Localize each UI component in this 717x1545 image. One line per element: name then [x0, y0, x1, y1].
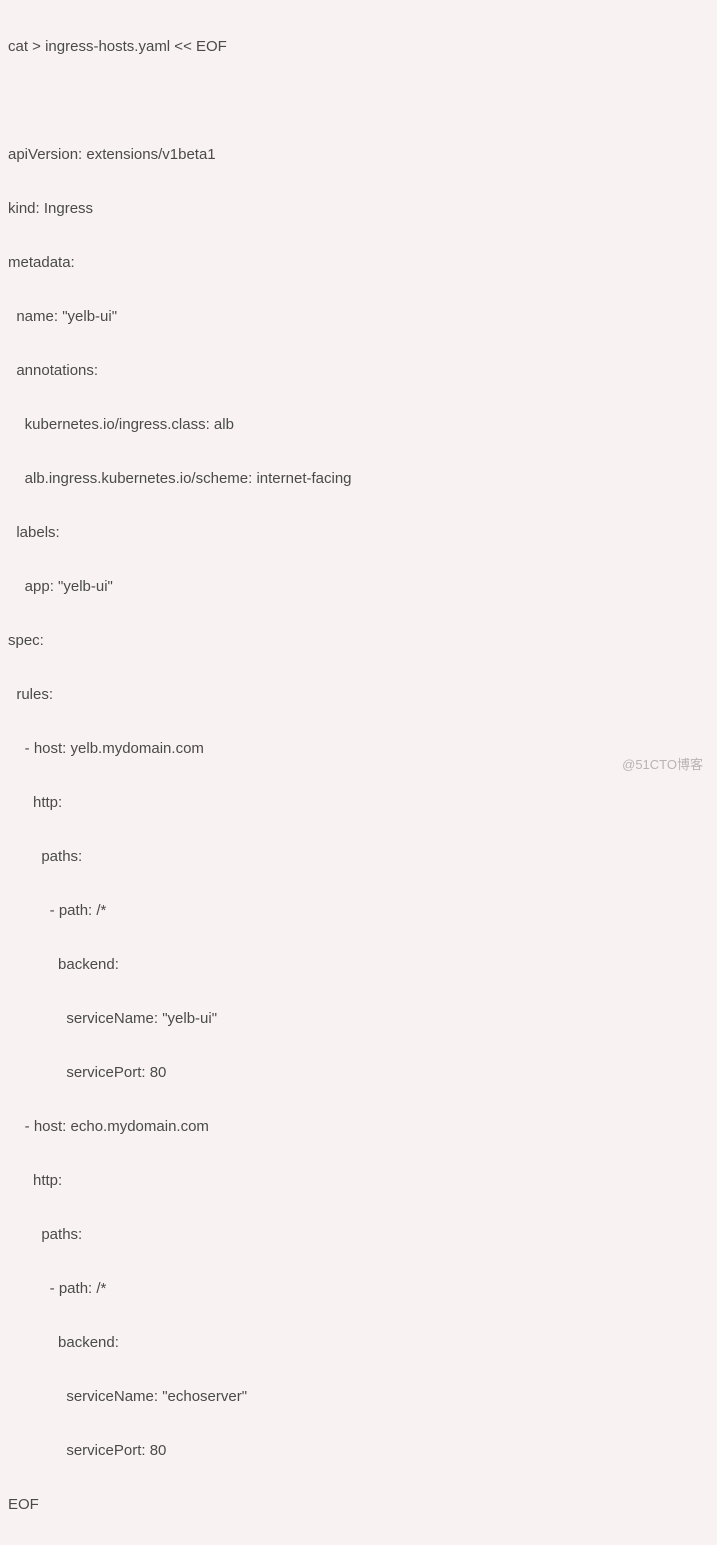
code-line: servicePort: 80	[8, 1437, 709, 1464]
code-line	[8, 87, 709, 114]
watermark-text: @51CTO博客	[622, 753, 703, 776]
code-line: app: "yelb-ui"	[8, 573, 709, 600]
code-line: rules:	[8, 681, 709, 708]
code-line: apiVersion: extensions/v1beta1	[8, 141, 709, 168]
code-line: http:	[8, 1167, 709, 1194]
code-line: spec:	[8, 627, 709, 654]
code-line: servicePort: 80	[8, 1059, 709, 1086]
code-line: labels:	[8, 519, 709, 546]
yaml-code-block: cat > ingress-hosts.yaml << EOF apiVersi…	[8, 6, 709, 1545]
code-line: paths:	[8, 843, 709, 870]
code-line: kind: Ingress	[8, 195, 709, 222]
code-line: alb.ingress.kubernetes.io/scheme: intern…	[8, 465, 709, 492]
code-line: - path: /*	[8, 897, 709, 924]
code-line: name: "yelb-ui"	[8, 303, 709, 330]
code-line: paths:	[8, 1221, 709, 1248]
code-line: backend:	[8, 951, 709, 978]
code-line: kubernetes.io/ingress.class: alb	[8, 411, 709, 438]
code-line: annotations:	[8, 357, 709, 384]
code-line: EOF	[8, 1491, 709, 1518]
code-line: metadata:	[8, 249, 709, 276]
code-line: - host: echo.mydomain.com	[8, 1113, 709, 1140]
code-line: serviceName: "echoserver"	[8, 1383, 709, 1410]
code-line: - path: /*	[8, 1275, 709, 1302]
code-line: serviceName: "yelb-ui"	[8, 1005, 709, 1032]
code-line: cat > ingress-hosts.yaml << EOF	[8, 33, 709, 60]
code-line: backend:	[8, 1329, 709, 1356]
code-line: http:	[8, 789, 709, 816]
code-line: - host: yelb.mydomain.com	[8, 735, 709, 762]
